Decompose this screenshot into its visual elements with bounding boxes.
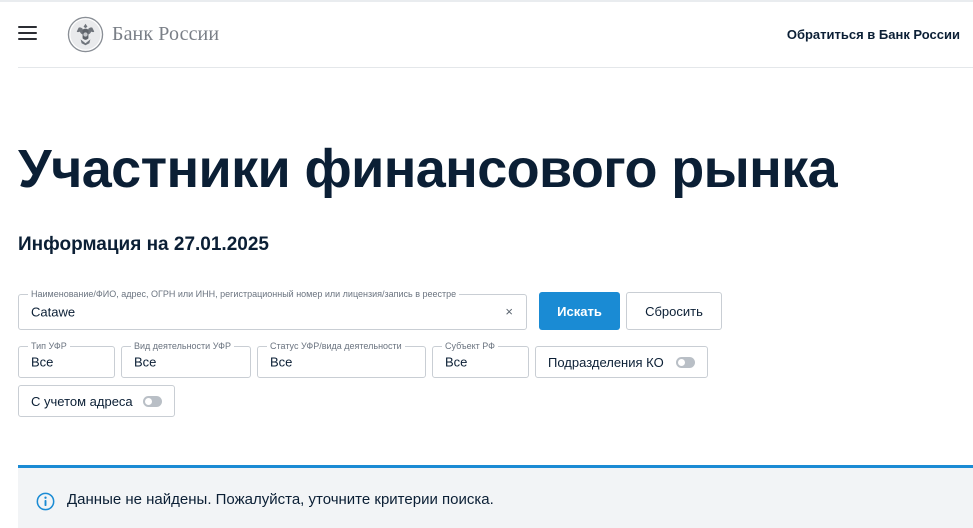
no-results-notice: Данные не найдены. Пожалуйста, уточните … <box>18 465 973 528</box>
region-value: Все <box>445 354 468 370</box>
clear-icon[interactable]: × <box>505 305 513 318</box>
region-select[interactable]: Субъект РФ Все <box>432 341 529 378</box>
activity-value: Все <box>134 354 157 370</box>
ufr-type-value: Все <box>31 354 54 370</box>
notice-text: Данные не найдены. Пожалуйста, уточните … <box>67 491 494 508</box>
ko-divisions-label: Подразделения КО <box>548 354 664 370</box>
status-label: Статус УФР/вида деятельности <box>267 341 405 352</box>
ufr-type-select[interactable]: Тип УФР Все <box>18 341 115 378</box>
search-input[interactable]: Наименование/ФИО, адрес, ОГРН или ИНН, р… <box>18 289 527 330</box>
top-border <box>0 0 973 2</box>
region-label: Субъект РФ <box>442 341 498 352</box>
info-icon <box>36 492 55 511</box>
info-date: Информация на 27.01.2025 <box>18 234 269 255</box>
activity-select[interactable]: Вид деятельности УФР Все <box>121 341 251 378</box>
reset-button[interactable]: Сбросить <box>626 292 722 330</box>
search-value[interactable]: Catawe <box>31 305 75 320</box>
ko-divisions-toggle[interactable]: Подразделения КО <box>535 346 708 378</box>
address-switch[interactable] <box>143 395 162 407</box>
contact-bank-link[interactable]: Обратиться в Банк России <box>787 27 960 42</box>
status-select[interactable]: Статус УФР/вида деятельности Все <box>257 341 426 378</box>
menu-icon[interactable] <box>18 25 38 41</box>
page-title: Участники финансового рынка <box>18 139 838 199</box>
status-value: Все <box>270 354 293 370</box>
address-label: С учетом адреса <box>31 393 133 409</box>
site-header: Банк России Обратиться в Банк России <box>18 8 973 68</box>
search-label: Наименование/ФИО, адрес, ОГРН или ИНН, р… <box>28 289 460 300</box>
activity-label: Вид деятельности УФР <box>131 341 234 352</box>
logo[interactable]: Банк России <box>67 15 219 53</box>
ufr-type-label: Тип УФР <box>28 341 70 352</box>
bank-emblem-icon <box>67 16 104 52</box>
address-toggle[interactable]: С учетом адреса <box>18 385 175 417</box>
logo-text: Банк России <box>112 22 220 45</box>
search-button[interactable]: Искать <box>539 292 620 330</box>
ko-divisions-switch[interactable] <box>676 356 695 368</box>
